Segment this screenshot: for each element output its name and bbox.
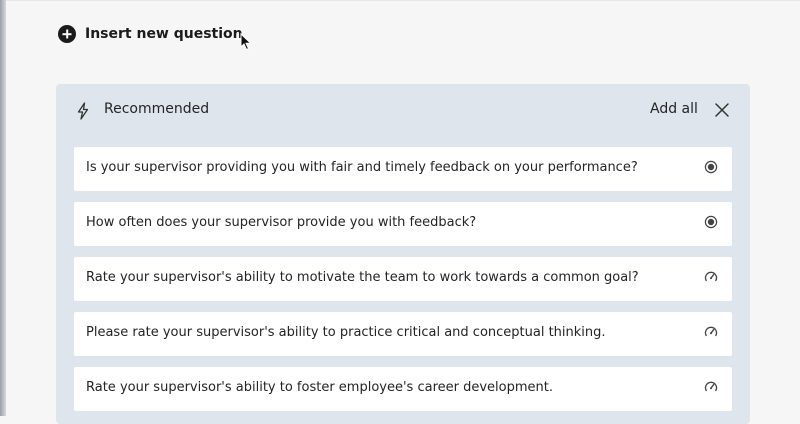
recommended-question-card[interactable]: Rate your supervisor's ability to foster… — [74, 367, 732, 411]
radio-choice-icon — [704, 160, 718, 174]
radio-choice-icon — [704, 215, 718, 229]
recommended-header: Recommended Add all — [56, 84, 750, 136]
recommended-panel: Recommended Add all Is your supervisor p… — [56, 84, 750, 424]
recommended-question-card[interactable]: How often does your supervisor provide y… — [74, 202, 732, 246]
recommended-question-card[interactable]: Rate your supervisor's ability to motiva… — [74, 257, 732, 301]
recommended-question-card[interactable]: Please rate your supervisor's ability to… — [74, 312, 732, 356]
add-all-button[interactable]: Add all — [650, 101, 698, 117]
question-text: Is your supervisor providing you with fa… — [86, 160, 638, 175]
gauge-rating-icon — [704, 326, 718, 337]
question-text: How often does your supervisor provide y… — [86, 215, 477, 230]
gauge-rating-icon — [704, 381, 718, 392]
recommended-question-card[interactable]: Is your supervisor providing you with fa… — [74, 147, 732, 191]
insert-new-question-button[interactable]: Insert new question — [58, 23, 243, 45]
question-text: Please rate your supervisor's ability to… — [86, 325, 606, 340]
plus-circle-icon — [58, 25, 76, 43]
recommended-questions-list: Is your supervisor providing you with fa… — [74, 147, 732, 422]
mouse-pointer-icon — [240, 33, 252, 51]
recommended-title: Recommended — [104, 101, 210, 117]
close-icon[interactable] — [714, 102, 730, 118]
insert-new-question-label: Insert new question — [85, 26, 243, 42]
question-text: Rate your supervisor's ability to foster… — [86, 380, 553, 395]
lightning-bolt-icon — [77, 102, 89, 120]
gauge-rating-icon — [704, 271, 718, 282]
form-editor-page: Insert new question Recommended Add all … — [6, 0, 800, 424]
question-text: Rate your supervisor's ability to motiva… — [86, 270, 639, 285]
